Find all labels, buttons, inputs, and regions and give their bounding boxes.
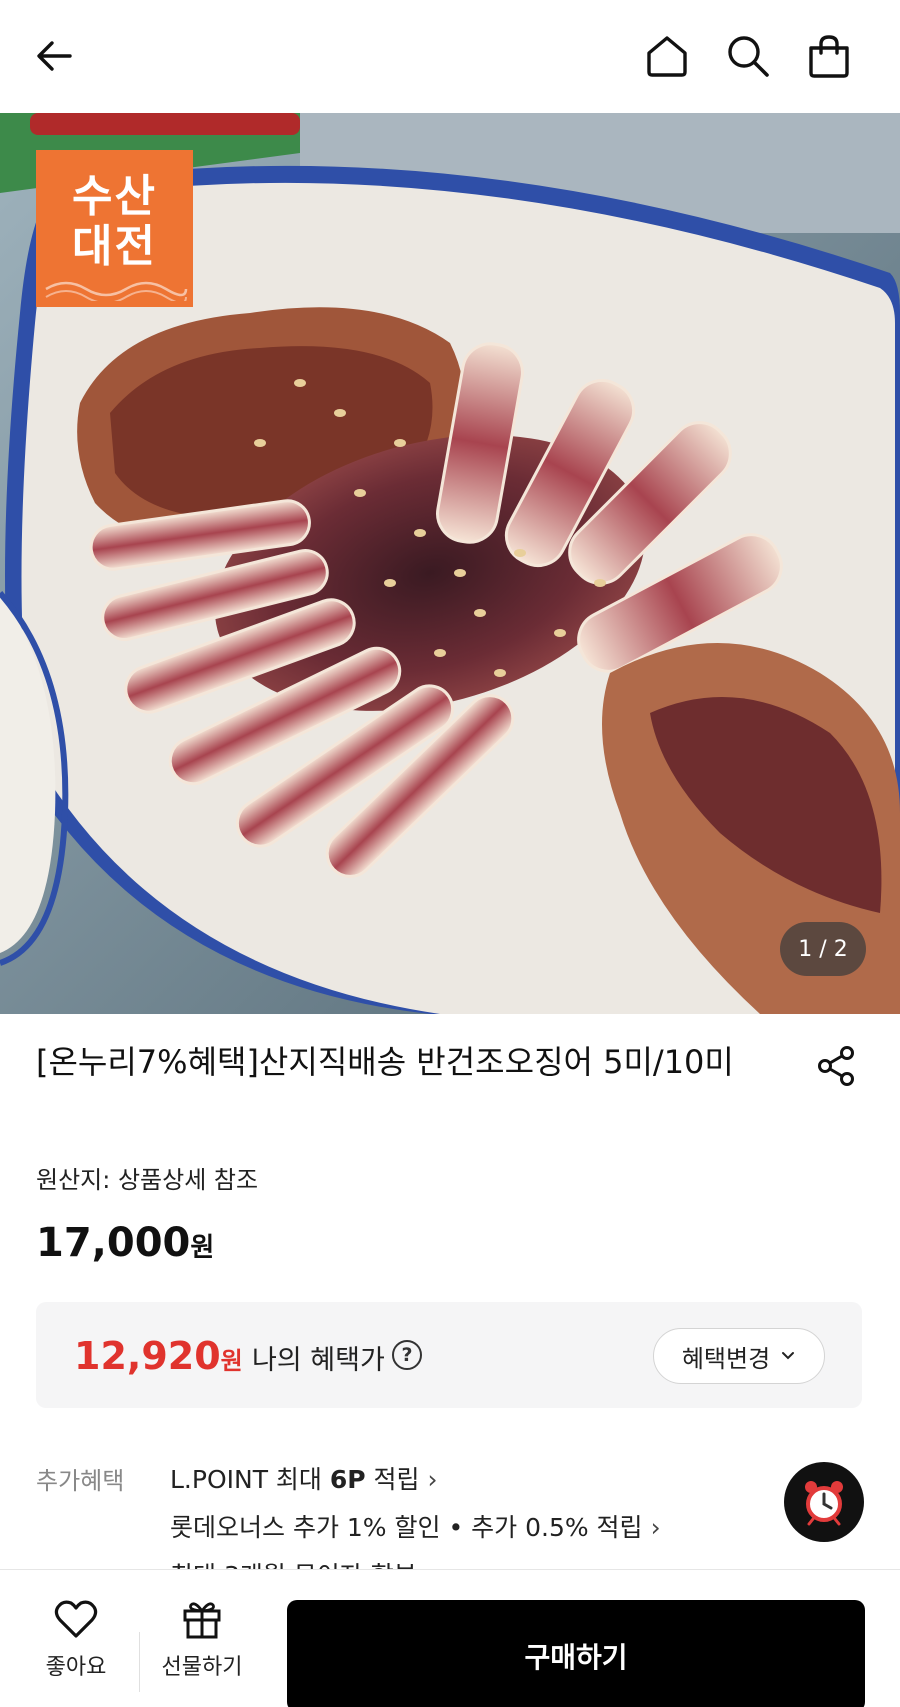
share-button[interactable] xyxy=(812,1042,860,1090)
bottom-action-bar: 좋아요 선물하기 구매하기 xyxy=(0,1569,900,1707)
benefit-price-unit: 원 xyxy=(220,1347,243,1375)
back-button[interactable] xyxy=(25,27,83,85)
lpoint-prefix: L.POINT 최대 xyxy=(170,1465,330,1494)
list-price-unit: 원 xyxy=(190,1233,215,1263)
cart-button[interactable] xyxy=(800,27,858,85)
like-label: 좋아요 xyxy=(45,1655,107,1680)
top-nav-bar xyxy=(0,0,900,113)
search-icon xyxy=(728,36,769,77)
alarm-clock-icon xyxy=(805,1481,843,1526)
heart-icon xyxy=(54,1600,98,1638)
home-icon xyxy=(647,36,687,77)
share-icon xyxy=(818,1046,854,1086)
wave-decoration-icon xyxy=(45,281,188,301)
gift-icon xyxy=(183,1602,221,1639)
product-title: [온누리7%혜택]산지직배송 반건조오징어 5미/10미 xyxy=(36,1043,734,1081)
card-discount-link[interactable]: 롯데오너스 추가 1% 할인 • 추가 0.5% 적립 › xyxy=(170,1508,661,1544)
arrow-left-icon xyxy=(37,41,72,71)
divider xyxy=(139,1632,140,1692)
lpoint-benefit-link[interactable]: L.POINT 최대 6P 적립 › xyxy=(170,1460,438,1496)
list-price-value: 17,000 xyxy=(36,1220,191,1266)
benefit-change-button[interactable]: 혜택변경 xyxy=(653,1328,825,1384)
extra-benefit-label: 추가혜택 xyxy=(36,1467,125,1495)
chevron-down-icon xyxy=(782,1352,795,1360)
benefit-price-value: 12,920 xyxy=(74,1334,221,1378)
chevron-right-icon: › xyxy=(427,1465,438,1494)
buy-button[interactable]: 구매하기 xyxy=(287,1600,865,1707)
origin-info: 원산지: 상품상세 참조 xyxy=(36,1166,259,1194)
list-price: 17,000원 xyxy=(36,1220,214,1266)
lpoint-points: 6P xyxy=(329,1465,366,1494)
like-button[interactable]: 좋아요 xyxy=(20,1570,132,1707)
search-button[interactable] xyxy=(719,27,777,85)
alarm-button[interactable] xyxy=(784,1462,864,1542)
brand-badge: 수산 대전 xyxy=(36,150,193,307)
chevron-right-icon: › xyxy=(650,1513,661,1542)
benefit-change-label: 혜택변경 xyxy=(681,1344,771,1373)
image-counter: 1 / 2 xyxy=(780,922,866,976)
benefit-price: 12,920원 xyxy=(74,1334,243,1378)
benefit-price-box: 12,920원 나의 혜택가 ? 혜택변경 xyxy=(36,1302,862,1408)
shopping-bag-icon xyxy=(809,35,849,78)
card-discount-text: 롯데오너스 추가 1% 할인 • 추가 0.5% 적립 xyxy=(170,1513,643,1542)
gift-label: 선물하기 xyxy=(161,1655,243,1680)
lpoint-suffix: 적립 xyxy=(365,1465,420,1494)
gift-button[interactable]: 선물하기 xyxy=(146,1570,258,1707)
home-button[interactable] xyxy=(638,27,696,85)
benefit-label: 나의 혜택가 xyxy=(252,1345,385,1376)
question-circle-icon[interactable]: ? xyxy=(392,1340,422,1370)
